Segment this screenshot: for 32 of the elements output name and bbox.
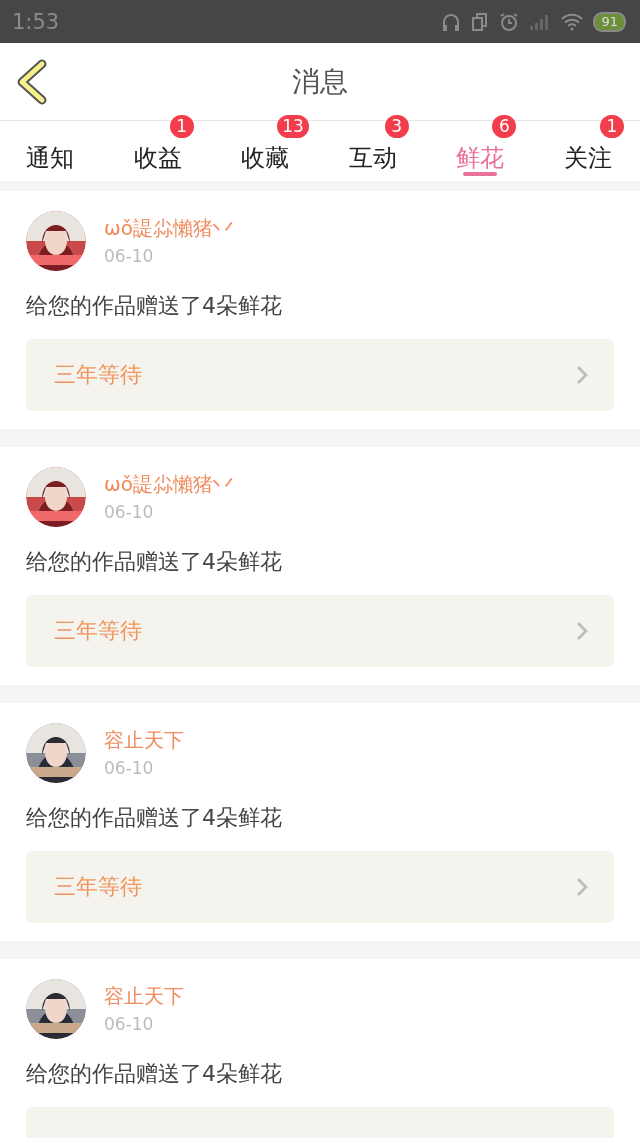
count-badge: 1: [169, 115, 194, 138]
count-badge: 1: [599, 115, 624, 138]
alarm-icon: [499, 11, 520, 32]
copy-icon: [471, 11, 490, 32]
message-text: 给您的作品赠送了4朵鲜花: [26, 804, 283, 832]
wifi-icon: [561, 12, 584, 31]
user-name[interactable]: ωǒ諟尛懶猪丷: [104, 471, 233, 498]
chevron-right-icon: [576, 365, 588, 385]
count-badge: 13: [277, 115, 309, 138]
work-link[interactable]: 三年等待: [26, 851, 614, 923]
battery-level: 91: [593, 11, 626, 32]
chevron-right-icon: [576, 877, 588, 897]
user-name[interactable]: 容止天下: [104, 983, 184, 1010]
tab-underline: [463, 172, 498, 176]
chevron-right-icon: [576, 621, 588, 641]
work-link[interactable]: 三年等待: [26, 595, 614, 667]
page-title: 消息: [292, 63, 348, 100]
message-date: 06-10: [104, 502, 155, 522]
message-text: 给您的作品赠送了4朵鲜花: [26, 292, 283, 320]
message-date: 06-10: [104, 758, 155, 778]
message-text: 给您的作品赠送了4朵鲜花: [26, 548, 283, 576]
headset-icon: [441, 11, 462, 32]
tab[interactable]: 通知: [26, 121, 74, 181]
user-name[interactable]: ωǒ諟尛懶猪丷: [104, 215, 233, 242]
count-badge: 6: [492, 115, 517, 138]
message-date: 06-10: [104, 246, 155, 266]
status-time: 1:53: [12, 9, 60, 34]
message-text: 给您的作品赠送了4朵鲜花: [26, 1060, 283, 1088]
count-badge: 3: [384, 115, 409, 138]
work-link[interactable]: 三年等待: [26, 339, 614, 411]
user-name[interactable]: 容止天下: [104, 727, 184, 754]
message-date: 06-10: [104, 1014, 155, 1034]
